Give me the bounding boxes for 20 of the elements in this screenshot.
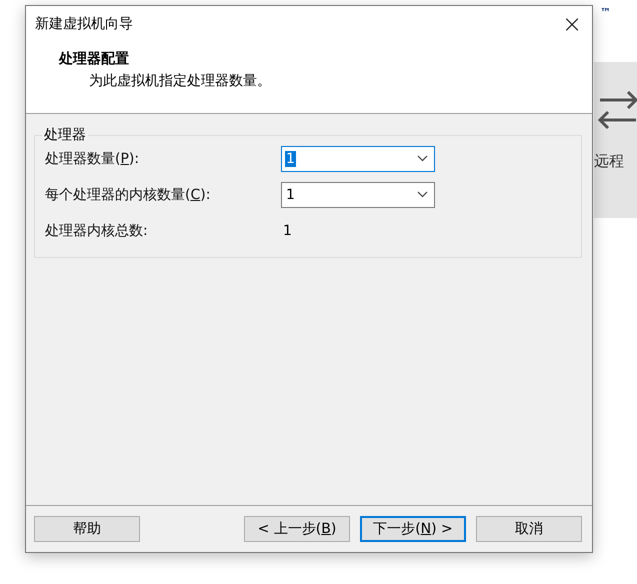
page-title: 处理器配置 (59, 50, 130, 68)
close-button[interactable]: × (552, 7, 592, 41)
dialog-button[interactable]: 下一步(N) > (360, 516, 466, 542)
dialog-button[interactable]: 帮助 (34, 516, 140, 542)
chevron-down-icon (417, 155, 428, 162)
dialog-button[interactable]: 取消 (476, 516, 582, 542)
field-label: 处理器数量(P): (45, 150, 140, 168)
group-title: 处理器 (43, 126, 87, 144)
page-subtitle: 为此虚拟机指定处理器数量。 (88, 72, 272, 90)
chevron-down-icon (417, 191, 428, 198)
field-label: 每个处理器的内核数量(C): (45, 186, 212, 204)
dialog-button[interactable]: < 上一步(B) (244, 516, 350, 542)
dropdown[interactable]: 1 (281, 146, 435, 172)
panel-label: 远程 (594, 152, 624, 171)
trademark: ™ (600, 6, 611, 19)
field-value: 1 (282, 222, 292, 238)
field-label: 处理器内核总数: (45, 222, 149, 240)
window-title: 新建虚拟机向导 (35, 15, 133, 33)
transfer-arrows-icon (598, 88, 637, 132)
dropdown[interactable]: 1 (281, 182, 435, 208)
